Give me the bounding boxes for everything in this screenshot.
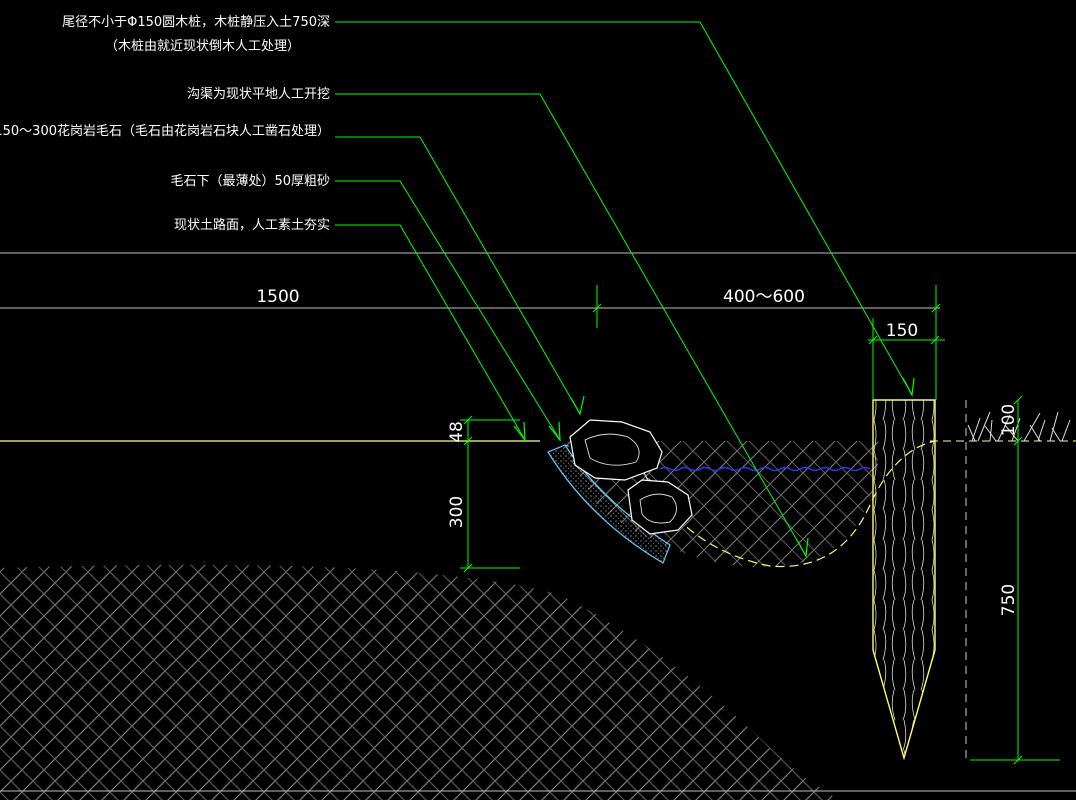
dim-width-right: 400～600 (723, 287, 805, 307)
callout-pile-line2: （木桩由就近现状倒木人工处理） (105, 39, 300, 54)
callout-ditch: 沟渠为现状平地人工开挖 (187, 87, 330, 102)
grass-symbol (967, 411, 1071, 442)
callout-soil: 现状土路面，人工素土夯实 (174, 217, 330, 233)
dim-width-left: 1500 (256, 287, 299, 307)
dim-grass-height: 100 (999, 404, 1019, 436)
callout-stone: Φ150～300花岗岩毛石（毛石由花岗岩石块人工凿石处理） (0, 123, 330, 139)
dim-stone-offset: 48 (447, 421, 467, 443)
callout-pile-line1: 尾径不小于Φ150圆木桩，木桩静压入土750深 (62, 15, 330, 30)
dim-pile-width: 150 (886, 321, 918, 341)
cad-drawing: 尾径不小于Φ150圆木桩，木桩静压入土750深 （木桩由就近现状倒木人工处理） … (0, 0, 1076, 800)
section-svg: 尾径不小于Φ150圆木桩，木桩静压入土750深 （木桩由就近现状倒木人工处理） … (0, 15, 1076, 800)
callout-sand: 毛石下（最薄处）50厚粗砂 (170, 174, 330, 189)
dim-pile-depth: 750 (999, 584, 1019, 616)
stone-upper (569, 419, 663, 481)
timber-pile (872, 399, 936, 761)
dim-stone-depth: 300 (447, 496, 467, 528)
